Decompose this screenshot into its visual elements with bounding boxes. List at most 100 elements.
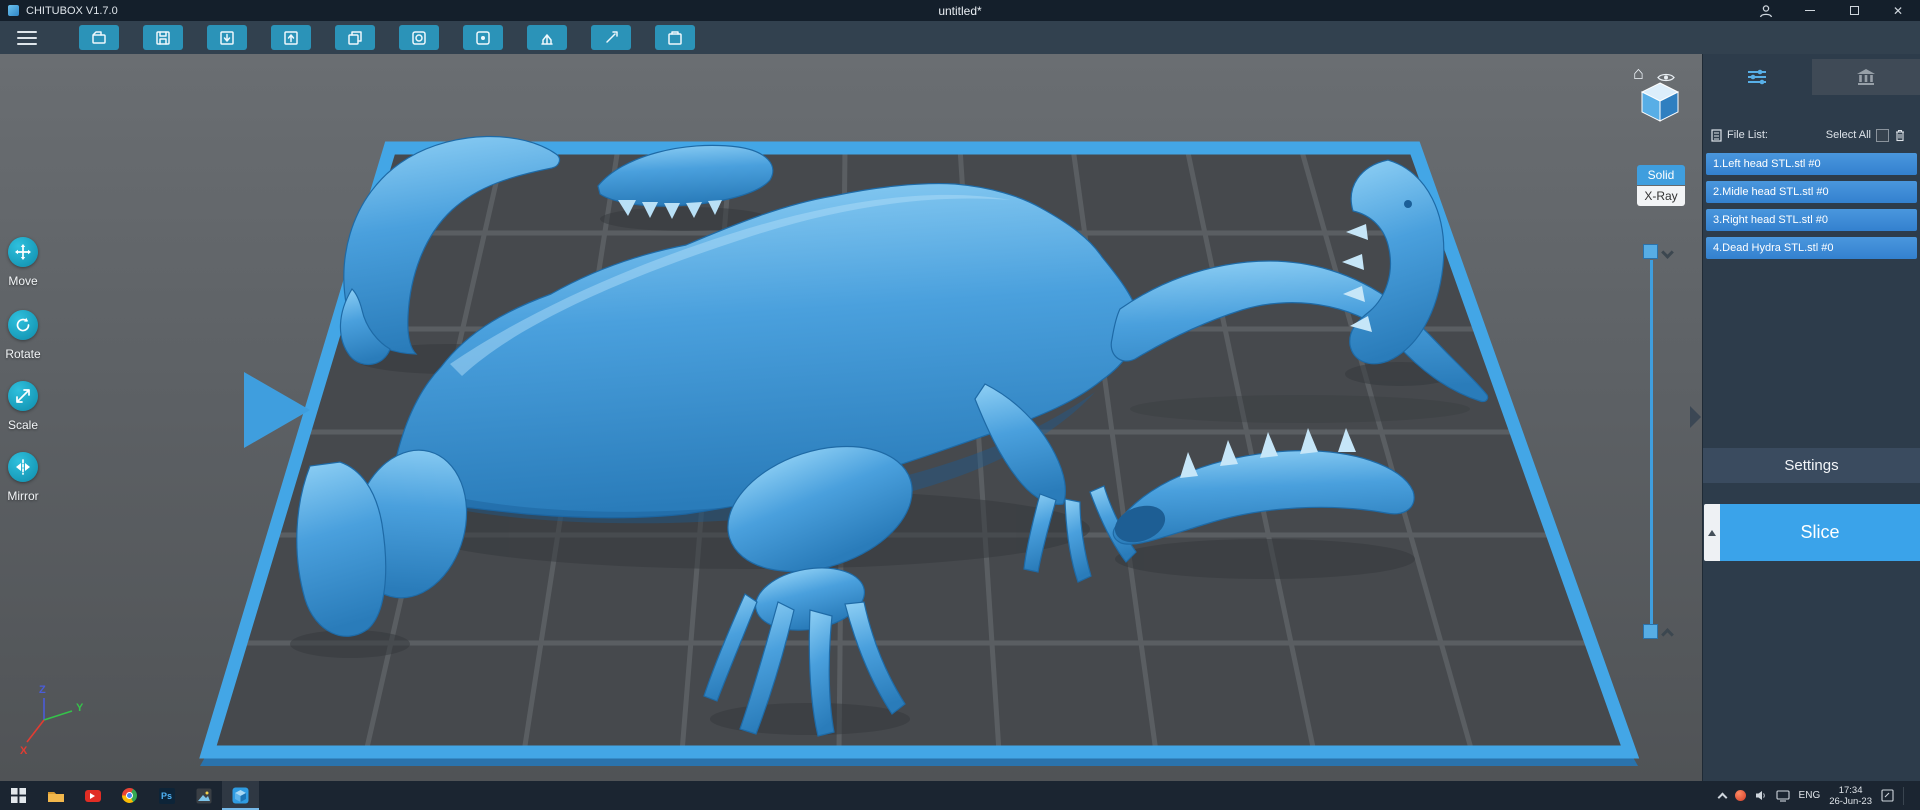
layer-slider-track[interactable] — [1650, 260, 1653, 632]
open-file-button[interactable] — [79, 25, 119, 50]
file-item-2[interactable]: 2.Midle head STL.stl #0 — [1706, 181, 1917, 203]
minimize-button[interactable] — [1788, 0, 1832, 21]
tab-machine-library[interactable] — [1811, 59, 1920, 95]
axis-y-label: Y — [76, 702, 84, 714]
panel-collapse-arrow[interactable] — [1690, 406, 1701, 428]
calibrate-button[interactable] — [655, 25, 695, 50]
select-all-checkbox[interactable] — [1876, 128, 1889, 142]
import-button[interactable] — [207, 25, 247, 50]
render-mode-solid-button[interactable]: Solid — [1637, 165, 1685, 185]
file-item-4[interactable]: 4.Dead Hydra STL.stl #0 — [1706, 237, 1917, 259]
slice-area: Slice — [1704, 504, 1920, 561]
pillar-icon — [1856, 69, 1875, 85]
folder-icon — [47, 791, 64, 802]
tool-mirror[interactable]: Mirror — [0, 452, 46, 503]
taskbar-youtube[interactable] — [74, 781, 111, 810]
axis-x-label: X — [20, 745, 28, 757]
windows-taskbar: Ps ENG 17:34 26-Jun-23 — [0, 781, 1920, 810]
layer-slider-handle-bottom[interactable] — [1643, 624, 1658, 639]
slice-button[interactable]: Slice — [1720, 504, 1920, 561]
triangle-up-icon — [1708, 529, 1716, 536]
file-list-label: File List: — [1727, 129, 1768, 141]
open-file-icon — [92, 30, 106, 44]
touch-keyboard-icon[interactable] — [1775, 789, 1790, 802]
export-icon — [284, 30, 298, 45]
taskbar-chitubox[interactable] — [222, 781, 259, 810]
view-cube[interactable] — [1638, 81, 1682, 130]
support-button[interactable] — [527, 25, 567, 50]
model-right-head-eye — [1404, 200, 1412, 208]
chitubox-window: CHITUBOX V1.7.0 untitled* ✕ Move Rotate … — [0, 0, 1920, 810]
slice-expand-handle[interactable] — [1704, 504, 1720, 561]
axis-z-label: Z — [39, 684, 46, 696]
hollow-icon — [412, 30, 426, 45]
mirror-icon — [8, 452, 38, 482]
close-icon: ✕ — [1892, 3, 1904, 18]
repair-button[interactable] — [591, 25, 631, 50]
tray-divider — [1903, 786, 1904, 805]
delete-files-icon[interactable] — [1894, 129, 1906, 142]
youtube-icon — [84, 789, 101, 802]
save-icon — [156, 30, 170, 45]
hollow-button[interactable] — [399, 25, 439, 50]
viewport-3d[interactable]: Move Rotate Scale Mirror ⌂ Solid X-Ray Z… — [0, 54, 1702, 781]
user-account-button[interactable] — [1744, 0, 1788, 21]
tool-label-move: Move — [8, 274, 38, 288]
home-view-button[interactable]: ⌂ — [1633, 64, 1644, 82]
export-button[interactable] — [271, 25, 311, 50]
layer-slider-handle-top[interactable] — [1643, 244, 1658, 259]
close-button[interactable]: ✕ — [1876, 0, 1920, 21]
photoshop-icon: Ps — [158, 787, 175, 804]
file-item-1[interactable]: 1.Left head STL.stl #0 — [1706, 153, 1917, 175]
taskbar-chrome[interactable] — [111, 781, 148, 810]
tray-expand-icon[interactable] — [1717, 792, 1727, 803]
tool-label-scale: Scale — [7, 418, 39, 432]
file-item-3[interactable]: 3.Right head STL.stl #0 — [1706, 209, 1917, 231]
start-button[interactable] — [0, 781, 37, 810]
app-logo-icon — [8, 5, 19, 16]
title-bar: CHITUBOX V1.7.0 untitled* ✕ — [0, 0, 1920, 21]
clone-icon — [348, 30, 362, 45]
show-desktop-button[interactable] — [1913, 781, 1918, 810]
document-title: untitled* — [938, 3, 982, 18]
tab-print-settings[interactable] — [1703, 59, 1812, 95]
app-title: CHITUBOX V1.7.0 — [26, 4, 118, 17]
tool-label-mirror: Mirror — [7, 489, 39, 503]
save-button[interactable] — [143, 25, 183, 50]
clone-button[interactable] — [335, 25, 375, 50]
clock-date: 26-Jun-23 — [1829, 795, 1872, 807]
tool-move[interactable]: Move — [0, 237, 46, 288]
render-mode-xray-button[interactable]: X-Ray — [1637, 186, 1685, 206]
dig-hole-icon — [476, 30, 490, 45]
user-icon — [1759, 4, 1773, 17]
calibrate-icon — [668, 30, 682, 45]
maximize-icon — [1849, 6, 1859, 15]
system-tray: ENG 17:34 26-Jun-23 — [1717, 781, 1920, 810]
import-icon — [220, 30, 234, 45]
tool-rotate[interactable]: Rotate — [0, 310, 46, 361]
settings-button[interactable]: Settings — [1703, 448, 1920, 483]
dig-hole-button[interactable] — [463, 25, 503, 50]
menu-button[interactable] — [17, 30, 37, 45]
action-center-icon[interactable] — [1881, 789, 1894, 802]
minimize-icon — [1805, 10, 1815, 11]
taskbar-photoshop[interactable]: Ps — [148, 781, 185, 810]
file-list-icon — [1711, 128, 1722, 142]
move-icon — [8, 237, 38, 267]
antivirus-tray-icon[interactable] — [1734, 790, 1746, 801]
scene-canvas — [199, 135, 1640, 766]
volume-icon[interactable] — [1755, 790, 1767, 801]
tool-scale[interactable]: Scale — [0, 381, 46, 432]
chitubox-icon — [232, 787, 249, 804]
right-panel: File List: Select All 1.Left head STL.st… — [1702, 54, 1920, 781]
select-all-label: Select All — [1825, 129, 1871, 141]
language-indicator[interactable]: ENG — [1799, 790, 1821, 801]
taskbar-photos[interactable] — [185, 781, 222, 810]
axis-gizmo: Z Y X — [20, 684, 84, 757]
photos-icon — [196, 788, 211, 803]
maximize-button[interactable] — [1832, 0, 1876, 21]
clock[interactable]: 17:34 26-Jun-23 — [1829, 785, 1872, 807]
sliders-gear-icon — [1748, 69, 1767, 85]
main-toolbar — [0, 21, 1920, 54]
taskbar-file-explorer[interactable] — [37, 781, 74, 810]
